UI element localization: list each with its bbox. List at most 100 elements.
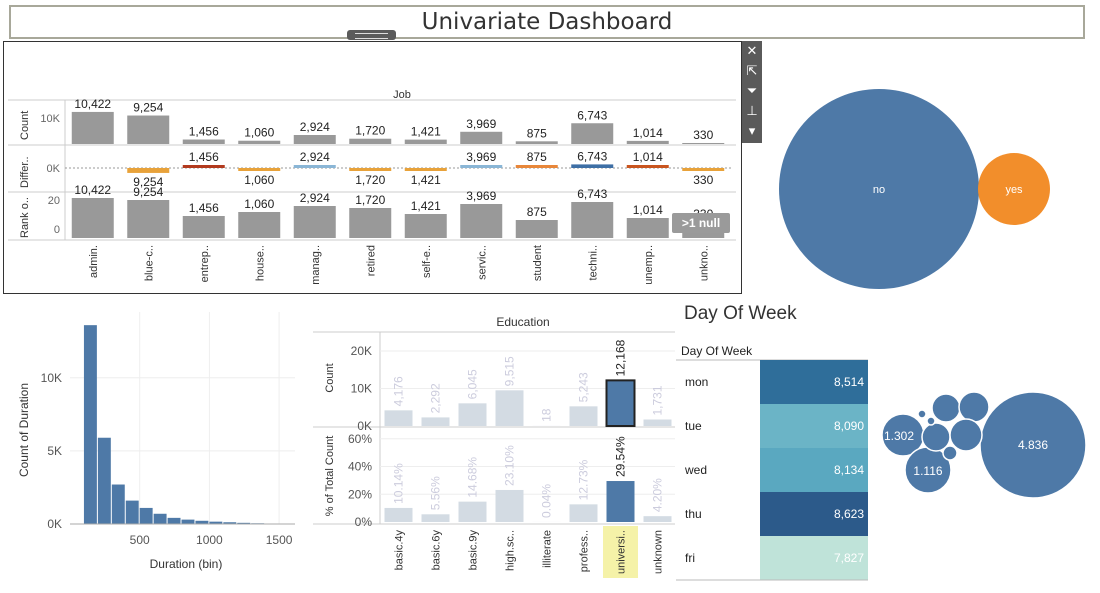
count-bar (238, 140, 281, 144)
y-axis-label: Count of Duration (17, 383, 31, 477)
dow-title: Day Of Week (684, 303, 797, 324)
pct-bar (384, 507, 413, 522)
rank-bar (293, 206, 336, 238)
diff-label: 2,924 (300, 150, 330, 164)
rank-bar (349, 208, 392, 238)
dow-day: thu (685, 507, 702, 521)
duration-bar (181, 519, 195, 524)
diff-bar (404, 168, 447, 171)
count-bar (643, 419, 672, 426)
pct-tick: 60% (348, 432, 372, 446)
duration-bar (139, 507, 153, 524)
job-category-label: unemp.. (643, 245, 655, 285)
filter-icon[interactable]: ⏷ (742, 81, 762, 101)
rank-label: 1,060 (244, 197, 274, 211)
count-label: 12,168 (614, 339, 628, 376)
dow-table: Day Of Week mon 8,514 tue 8,090 wed 8,134 thu 8,… (676, 344, 868, 581)
y-bubble-chart: no yes (779, 89, 1050, 289)
duration-bar (167, 517, 181, 524)
bubble-small[interactable] (931, 393, 961, 423)
count-label: 18 (540, 408, 554, 422)
count-label: 875 (527, 126, 547, 140)
null-badge-label: >1 null (682, 216, 720, 230)
popout-icon[interactable]: ⇱ (742, 61, 762, 81)
diff-bar (127, 168, 170, 173)
count-bar (626, 140, 669, 144)
rank-label: 6,743 (577, 187, 607, 201)
job-category-label: admin. (88, 245, 100, 278)
count-bar (404, 139, 447, 144)
job-category-label: manag.. (310, 245, 322, 285)
education-category-label: profess.. (579, 530, 591, 572)
dow-value: 8,090 (834, 419, 864, 433)
count-axis-label: Count (19, 111, 31, 140)
diff-bar (626, 165, 669, 168)
education-category-label: basic.9y (468, 530, 480, 571)
x-tick: 500 (130, 533, 150, 547)
diff-label: 1,014 (633, 150, 663, 164)
pct-tick: 0% (355, 515, 373, 529)
count-tick: 10K (351, 382, 372, 396)
pct-label: 0.04% (540, 484, 554, 518)
pin-icon[interactable]: ⊥ (742, 101, 762, 121)
bubble-small[interactable] (917, 409, 927, 419)
diff-bar (182, 165, 225, 168)
x-axis-label: Duration (bin) (150, 557, 223, 571)
menu-caret-icon[interactable]: ▾ (742, 121, 762, 141)
bubble-large-label: 4.836 (1018, 438, 1048, 452)
diff-bar (460, 165, 503, 168)
pct-bar (421, 514, 450, 522)
count-label: 1,731 (651, 385, 665, 415)
rank-bar (182, 216, 225, 238)
dow-day: wed (684, 463, 707, 477)
diff-label: 1,060 (244, 173, 274, 187)
pct-bar (643, 516, 672, 522)
dow-header: Day Of Week (681, 344, 753, 358)
pct-label: 14.68% (466, 457, 480, 498)
count-label: 4,176 (392, 376, 406, 406)
education-category-label: high.sc.. (505, 530, 517, 571)
rank-label: 2,924 (300, 191, 330, 205)
bubble-small[interactable] (949, 418, 983, 452)
rank-label: 10,422 (74, 183, 111, 197)
count-label: 2,924 (300, 120, 330, 134)
job-category-label: unkno.. (698, 245, 710, 281)
pct-bar (569, 504, 598, 522)
count-bar (384, 410, 413, 426)
y-tick: 10K (41, 371, 62, 385)
count-label: 9,254 (133, 101, 163, 115)
duration-bar (97, 437, 111, 524)
rank-bar (460, 204, 503, 238)
education-category-label: unknown (653, 530, 665, 574)
rank-axis-label: Rank o.. (19, 197, 31, 238)
pct-label: 29.54% (614, 436, 628, 477)
pct-axis-label: % of Total Count (324, 436, 336, 517)
bubble-small[interactable] (942, 445, 958, 461)
bubble-small[interactable] (926, 416, 936, 426)
pct-tick: 20% (348, 487, 372, 501)
rank-bar (71, 198, 114, 238)
bubble-small[interactable] (958, 391, 990, 423)
count-axis-label: Count (324, 363, 336, 392)
x-tick: 1000 (196, 533, 223, 547)
count-label: 330 (693, 128, 713, 142)
count-label: 1,421 (411, 125, 441, 139)
close-icon[interactable]: ✕ (742, 41, 762, 61)
rank-label: 875 (527, 205, 547, 219)
count-label: 1,014 (633, 126, 663, 140)
diff-label: 1,456 (189, 150, 219, 164)
count-bar (127, 115, 170, 144)
duration-bar (111, 484, 125, 524)
diff-tick: 0K (47, 163, 61, 175)
count-label: 10,422 (74, 97, 111, 111)
pct-tick: 40% (348, 460, 372, 474)
dow-value: 8,514 (834, 375, 864, 389)
diff-bar (238, 168, 281, 171)
education-category-label: universi.. (616, 530, 628, 574)
count-bar (458, 403, 487, 426)
count-bar (682, 142, 725, 144)
pct-label: 12.73% (577, 459, 591, 500)
job-category-label: entrep.. (199, 245, 211, 282)
count-tick: 20K (351, 344, 372, 358)
duration-bar (153, 513, 167, 524)
